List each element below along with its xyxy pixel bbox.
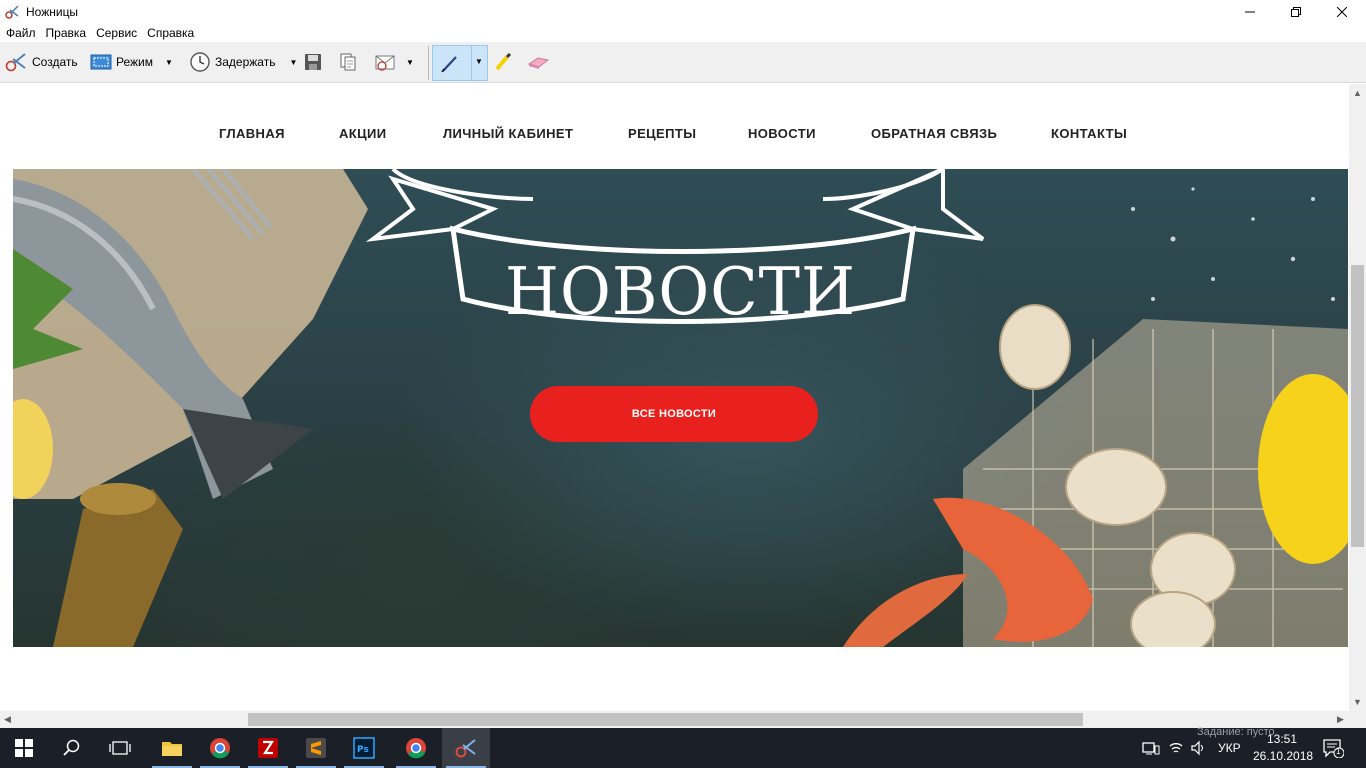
taskbar-filezilla[interactable] bbox=[244, 728, 292, 768]
copy-icon bbox=[340, 53, 356, 71]
mode-label: Режим bbox=[116, 55, 153, 69]
snipping-tool-icon bbox=[5, 5, 19, 19]
search-button[interactable] bbox=[48, 728, 96, 768]
filezilla-icon bbox=[258, 738, 278, 758]
send-snip-button[interactable]: ▼ bbox=[374, 51, 414, 73]
volume-icon[interactable] bbox=[1190, 740, 1206, 756]
new-snip-label: Создать bbox=[32, 55, 78, 69]
all-news-button[interactable]: ВСЕ НОВОСТИ bbox=[530, 386, 818, 442]
snipping-scissors-icon bbox=[5, 53, 26, 72]
menu-edit[interactable]: Правка bbox=[46, 26, 87, 40]
taskbar-sublime-text[interactable] bbox=[292, 728, 340, 768]
taskbar-photoshop[interactable]: Ps bbox=[340, 728, 388, 768]
nav-feedback[interactable]: ОБРАТНАЯ СВЯЗЬ bbox=[871, 126, 997, 141]
site-navigation: ГЛАВНАЯ АКЦИИ ЛИЧНЫЙ КАБИНЕТ РЕЦЕПТЫ НОВ… bbox=[0, 84, 1350, 168]
hero-title: НОВОСТИ bbox=[504, 253, 857, 330]
task-view-icon bbox=[109, 741, 131, 755]
nav-recipes[interactable]: РЕЦЕПТЫ bbox=[628, 126, 696, 141]
search-icon bbox=[63, 739, 80, 756]
scroll-left-icon[interactable]: ◀ bbox=[4, 714, 11, 725]
scroll-down-icon[interactable]: ▼ bbox=[1353, 697, 1362, 707]
title-bar: Ножницы bbox=[0, 0, 1366, 24]
taskbar-snipping-tool[interactable] bbox=[442, 728, 490, 768]
scroll-right-icon[interactable]: ▶ bbox=[1337, 714, 1344, 725]
print-queue-status: Задание: пусто bbox=[1197, 726, 1275, 738]
network-icon[interactable] bbox=[1142, 740, 1160, 756]
delay-label: Задержать bbox=[215, 55, 276, 69]
toolbar: Создать Режим ▼ Задержать ▼ ▼ ▼ bbox=[0, 42, 1366, 83]
language-indicator[interactable]: УКР bbox=[1218, 741, 1241, 755]
hero-banner: НОВОСТИ ВСЕ НОВОСТИ bbox=[13, 169, 1348, 647]
svg-text:Ps: Ps bbox=[357, 745, 369, 755]
close-button[interactable] bbox=[1319, 0, 1365, 24]
save-button[interactable] bbox=[303, 51, 323, 73]
eraser-icon bbox=[527, 57, 550, 69]
nav-promotions[interactable]: АКЦИИ bbox=[339, 126, 387, 141]
snipping-tool-icon bbox=[455, 739, 476, 758]
nav-home[interactable]: ГЛАВНАЯ bbox=[219, 126, 285, 141]
highlighter-icon bbox=[495, 52, 512, 71]
photoshop-icon: Ps bbox=[353, 737, 375, 759]
taskbar-chrome[interactable] bbox=[196, 728, 244, 768]
toolbar-separator bbox=[428, 46, 429, 80]
chrome-icon bbox=[406, 738, 426, 759]
close-icon bbox=[1337, 7, 1347, 17]
mode-button[interactable]: Режим ▼ bbox=[90, 51, 173, 73]
menu-tools[interactable]: Сервис bbox=[96, 26, 137, 40]
pen-icon bbox=[441, 56, 457, 73]
mode-dropdown-icon[interactable]: ▼ bbox=[165, 58, 173, 67]
pen-dropdown-icon[interactable]: ▼ bbox=[475, 57, 483, 66]
vertical-scroll-thumb[interactable] bbox=[1351, 265, 1364, 547]
notifications-icon bbox=[1323, 739, 1345, 759]
pen-tool-button[interactable]: ▼ bbox=[432, 45, 488, 81]
chrome-icon bbox=[210, 738, 230, 759]
eraser-button[interactable] bbox=[526, 51, 550, 73]
send-email-icon bbox=[375, 55, 395, 71]
copy-button[interactable] bbox=[338, 51, 358, 73]
menu-file[interactable]: Файл bbox=[6, 26, 36, 40]
windows-taskbar: Ps Задание: пусто УКР 13:51 26.10.2018 1 bbox=[0, 726, 1366, 768]
task-view-button[interactable] bbox=[96, 728, 144, 768]
new-snip-button[interactable]: Создать bbox=[4, 51, 78, 73]
file-explorer-icon bbox=[162, 742, 182, 756]
wifi-icon[interactable] bbox=[1168, 740, 1184, 756]
minimize-button[interactable] bbox=[1227, 0, 1273, 24]
snip-canvas: ГЛАВНАЯ АКЦИИ ЛИЧНЫЙ КАБИНЕТ РЕЦЕПТЫ НОВ… bbox=[0, 84, 1366, 711]
start-icon bbox=[15, 739, 33, 757]
nav-contacts[interactable]: КОНТАКТЫ bbox=[1051, 126, 1127, 141]
delay-dropdown-icon[interactable]: ▼ bbox=[289, 58, 297, 67]
maximize-button[interactable] bbox=[1273, 0, 1319, 24]
window-title: Ножницы bbox=[26, 5, 79, 19]
send-dropdown-icon[interactable]: ▼ bbox=[406, 58, 414, 67]
save-icon bbox=[305, 54, 321, 70]
taskbar-chrome-2[interactable] bbox=[392, 728, 440, 768]
minimize-icon bbox=[1245, 11, 1255, 13]
scroll-up-icon[interactable]: ▲ bbox=[1353, 88, 1362, 98]
nav-news[interactable]: НОВОСТИ bbox=[748, 126, 816, 141]
start-button[interactable] bbox=[0, 728, 48, 768]
rectangle-mode-icon bbox=[90, 54, 112, 70]
notification-count: 1 bbox=[1336, 747, 1341, 756]
restore-icon bbox=[1291, 7, 1301, 17]
sublime-text-icon bbox=[306, 738, 326, 758]
action-center-button[interactable]: 1 bbox=[1322, 738, 1345, 759]
clock-date[interactable]: 26.10.2018 bbox=[1253, 749, 1313, 763]
menu-help[interactable]: Справка bbox=[147, 26, 194, 40]
clock-icon bbox=[190, 52, 210, 72]
horizontal-scroll-thumb[interactable] bbox=[248, 713, 1083, 726]
taskbar-file-explorer[interactable] bbox=[148, 728, 196, 768]
clock-time[interactable]: 13:51 bbox=[1267, 732, 1297, 746]
delay-button[interactable]: Задержать ▼ bbox=[189, 51, 297, 73]
nav-account[interactable]: ЛИЧНЫЙ КАБИНЕТ bbox=[443, 126, 573, 141]
menu-bar: Файл Правка Сервис Справка bbox=[0, 24, 1366, 42]
highlighter-button[interactable] bbox=[492, 51, 514, 73]
